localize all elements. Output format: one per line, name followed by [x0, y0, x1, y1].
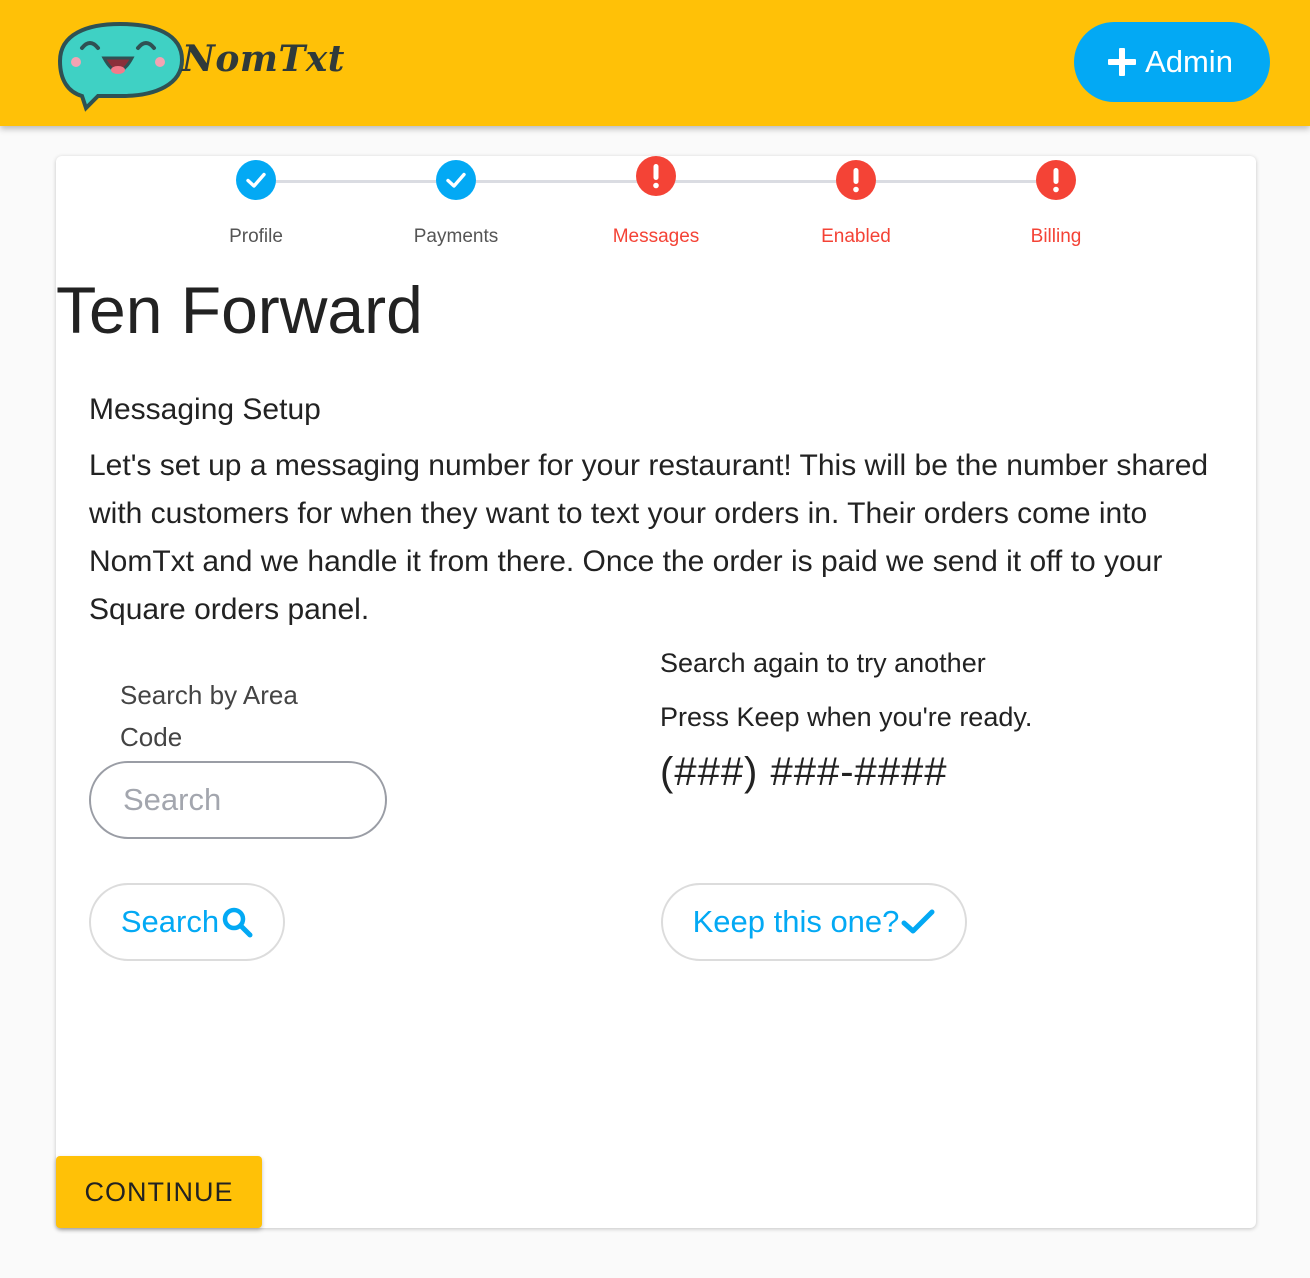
check-icon [246, 172, 266, 188]
step-complete-indicator [236, 160, 276, 200]
check-icon [446, 172, 466, 188]
search-button-label: Search [120, 904, 220, 939]
search-button[interactable]: Search [89, 883, 285, 961]
step-error-indicator [1036, 160, 1076, 200]
keep-button-label: Keep this one? [692, 904, 900, 939]
step-messages[interactable]: Messages [576, 156, 736, 248]
step-payments[interactable]: Payments [376, 160, 536, 248]
step-label: Billing [1030, 226, 1082, 247]
restaurant-name: Ten Forward [56, 273, 423, 347]
continue-button[interactable]: CONTINUE [56, 1156, 262, 1228]
exclamation-icon [853, 168, 859, 193]
top-app-bar: NomTxt Admin [0, 0, 1310, 126]
plus-icon [1108, 48, 1137, 76]
step-error-indicator [836, 160, 876, 200]
admin-button[interactable]: Admin [1074, 22, 1270, 102]
step-label: Enabled [821, 226, 891, 247]
area-code-search-input[interactable] [89, 761, 387, 839]
keep-hint: Press Keep when you're ready. [660, 702, 1033, 732]
step-complete-indicator [436, 160, 476, 200]
search-again-hint: Search again to try another [660, 648, 986, 678]
step-billing[interactable]: Billing [976, 160, 1136, 248]
step-enabled[interactable]: Enabled [776, 160, 936, 248]
nomtxt-logo-icon[interactable] [52, 16, 192, 112]
intro-text: Let's set up a messaging number for your… [89, 449, 1209, 626]
search-label: Search by Area Code [120, 680, 298, 752]
check-icon [901, 909, 935, 934]
step-error-indicator [636, 156, 676, 196]
admin-button-label: Admin [1145, 44, 1233, 79]
phone-number: (###) ###-#### [660, 750, 948, 794]
section-title: Messaging Setup [89, 393, 321, 426]
step-label: Profile [229, 226, 283, 247]
step-label: Payments [413, 226, 499, 247]
step-profile[interactable]: Profile [176, 160, 336, 248]
exclamation-icon [653, 164, 659, 189]
exclamation-icon [1053, 168, 1059, 193]
brand-name: NomTxt [182, 38, 345, 80]
keep-number-button[interactable]: Keep this one? [661, 883, 967, 961]
search-icon [222, 907, 253, 938]
step-label: Messages [612, 226, 700, 247]
